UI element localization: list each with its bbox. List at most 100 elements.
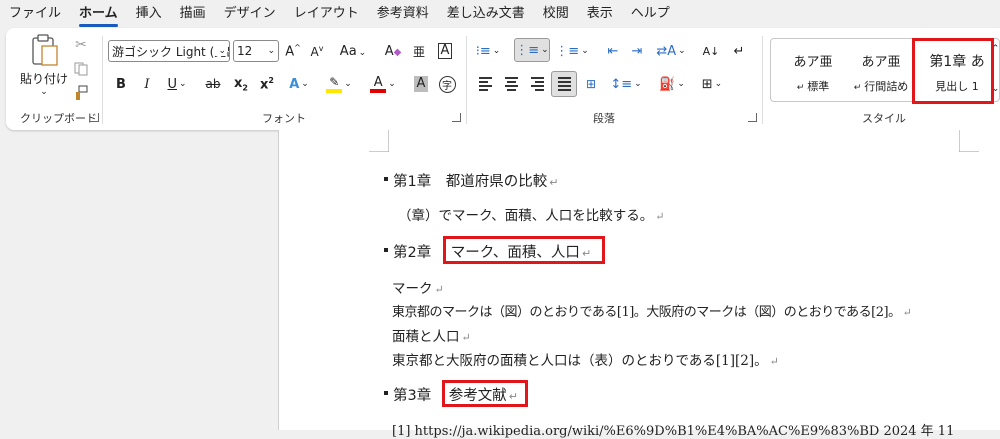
paste-dropdown-icon[interactable]: ⌄	[40, 87, 48, 97]
clipboard-group-label: クリップボード	[20, 112, 97, 125]
tab-help[interactable]: ヘルプ	[622, 0, 679, 28]
styles-gallery-scroll-up[interactable]: ⌃	[991, 40, 1000, 58]
font-color-swatch	[370, 88, 387, 93]
body-paragraph[interactable]: 面積と人口 ↵	[392, 325, 471, 345]
chevron-down-icon: ⌄	[216, 46, 226, 56]
justify-button[interactable]	[551, 71, 577, 97]
font-color-icon: A	[373, 74, 383, 90]
paragraph-mark-icon: ↵	[853, 83, 865, 93]
tab-review[interactable]: 校閲	[534, 0, 578, 28]
font-color-button[interactable]: A ⌄	[366, 73, 400, 95]
font-size-value: 12	[237, 44, 253, 58]
paste-button[interactable]: 貼り付け ⌄	[20, 34, 68, 104]
align-center-icon	[504, 75, 518, 93]
italic-button[interactable]: I	[136, 73, 158, 95]
style-normal[interactable]: あア亜 ↵ 標準	[779, 39, 847, 99]
bold-button[interactable]: B	[110, 73, 132, 95]
tab-home[interactable]: ホーム	[70, 0, 127, 28]
paint-bucket-icon: ⛽	[659, 76, 676, 92]
heading-chapter-1[interactable]: 第1章 都道府県の比較 ↵	[393, 170, 558, 191]
borders-button[interactable]: ⊞ ⌄	[696, 73, 728, 95]
paragraph-group-label: 段落	[593, 112, 615, 125]
show-hide-marks-button[interactable]: ↵	[728, 40, 750, 62]
borders-icon: ⊞	[701, 76, 713, 92]
clear-formatting-button[interactable]: A◆	[382, 40, 404, 62]
strikethrough-icon: ab	[205, 77, 221, 91]
increase-indent-icon: ⇥	[631, 43, 643, 59]
cut-button[interactable]: ✂	[70, 34, 92, 56]
underline-button[interactable]: U ⌄	[162, 73, 192, 95]
align-right-button[interactable]	[526, 73, 548, 95]
ribbon-tab-bar: ファイル ホーム 挿入 描画 デザイン レイアウト 参考資料 差し込み文書 校閲…	[0, 0, 1000, 28]
shrink-font-button[interactable]: Av	[306, 40, 328, 62]
tab-file[interactable]: ファイル	[0, 0, 70, 28]
highlight-color-swatch	[326, 89, 343, 93]
tab-references[interactable]: 参考資料	[368, 0, 438, 28]
paragraph-mark-icon: ↵	[769, 355, 779, 368]
style-sample: あア亜	[793, 55, 833, 70]
bullets-button[interactable]: ⁝≡ ⌄	[472, 40, 504, 62]
numbering-button[interactable]: ⋮≡ ⌄	[514, 38, 550, 62]
distributed-button[interactable]: ⊞	[580, 73, 602, 95]
multilevel-list-button[interactable]: ⋮≡ ⌄	[555, 40, 588, 62]
font-name-combo[interactable]: 游ゴシック Light (見出 ⌄	[108, 40, 230, 62]
paragraph-dialog-launcher[interactable]	[748, 113, 757, 122]
font-group-label: フォント	[262, 112, 306, 125]
sort-icon: A↓	[702, 44, 720, 58]
align-left-button[interactable]	[474, 73, 496, 95]
body-paragraph[interactable]: 東京都と大阪府の面積と人口は（表）のとおりである[1][2]。 ↵	[392, 349, 779, 369]
copy-icon	[74, 62, 88, 76]
paragraph-mark-icon: ↵	[655, 210, 665, 223]
numbering-icon: ⋮≡	[515, 42, 540, 58]
tab-mailings[interactable]: 差し込み文書	[438, 0, 534, 28]
tab-draw[interactable]: 描画	[171, 0, 215, 28]
style-no-spacing[interactable]: あア亜 ↵ 行間詰め	[847, 39, 915, 99]
styles-gallery-more[interactable]: ⌄	[991, 80, 1000, 98]
paragraph-mark-icon: ↵	[733, 43, 745, 59]
increase-indent-button[interactable]: ⇥	[626, 40, 648, 62]
format-painter-button[interactable]	[70, 82, 92, 104]
text-effects-button[interactable]: A ⌄	[284, 73, 314, 95]
tab-insert[interactable]: 挿入	[127, 0, 171, 28]
paste-icon	[32, 34, 58, 66]
character-shading-button[interactable]: A	[410, 73, 432, 95]
heading-1-style-highlight	[912, 38, 994, 104]
heading-bullet	[384, 177, 388, 181]
heading-title: 都道府県の比較	[445, 174, 548, 190]
copy-button[interactable]	[70, 58, 92, 80]
tab-layout[interactable]: レイアウト	[285, 0, 368, 28]
strikethrough-button[interactable]: ab	[202, 73, 224, 95]
multilevel-list-icon: ⋮≡	[555, 43, 580, 59]
shading-button[interactable]: ⛽ ⌄	[656, 73, 688, 95]
character-border-button[interactable]: A	[434, 40, 456, 62]
enclose-characters-button[interactable]: 字	[436, 73, 458, 95]
bullets-icon: ⁝≡	[475, 43, 491, 59]
decrease-indent-button[interactable]: ⇤	[602, 40, 624, 62]
body-paragraph[interactable]: 東京都のマークは（図）のとおりである[1]。大阪府のマークは（図）のとおりである…	[392, 301, 912, 320]
subscript-button[interactable]: x2	[230, 73, 252, 95]
phonetic-guide-icon: 亜	[412, 44, 425, 59]
font-dialog-launcher[interactable]	[452, 113, 461, 122]
clipboard-dialog-launcher[interactable]	[90, 113, 99, 122]
sort-button[interactable]: A↓	[700, 40, 722, 62]
tab-design[interactable]: デザイン	[215, 0, 285, 28]
change-case-icon: Aa ⌄	[339, 43, 367, 59]
heading-bullet	[384, 391, 388, 395]
asian-layout-button[interactable]: ⇄A ⌄	[654, 40, 688, 62]
superscript-button[interactable]: x2	[256, 73, 278, 95]
subscript-icon: x2	[234, 75, 248, 93]
body-paragraph[interactable]: マーク ↵	[392, 277, 444, 297]
scissors-icon: ✂	[75, 37, 87, 53]
tab-view[interactable]: 表示	[578, 0, 622, 28]
distributed-icon: ⊞	[585, 77, 597, 91]
align-center-button[interactable]	[500, 73, 522, 95]
body-paragraph[interactable]: （章）でマーク、面積、人口を比較する。 ↵	[398, 204, 665, 224]
grow-font-button[interactable]: A^	[282, 40, 304, 62]
line-spacing-button[interactable]: ↕≡ ⌄	[610, 73, 642, 95]
document-page[interactable]: 第1章 都道府県の比較 ↵ （章）でマーク、面積、人口を比較する。 ↵ 第2章 マー…	[278, 130, 1000, 439]
highlight-color-button[interactable]: ✎ ⌄	[322, 73, 356, 95]
change-case-button[interactable]: Aa ⌄	[336, 40, 370, 62]
bold-icon: B	[116, 76, 126, 92]
font-size-combo[interactable]: 12 ⌄	[233, 40, 279, 62]
phonetic-guide-button[interactable]: 亜	[408, 40, 430, 62]
